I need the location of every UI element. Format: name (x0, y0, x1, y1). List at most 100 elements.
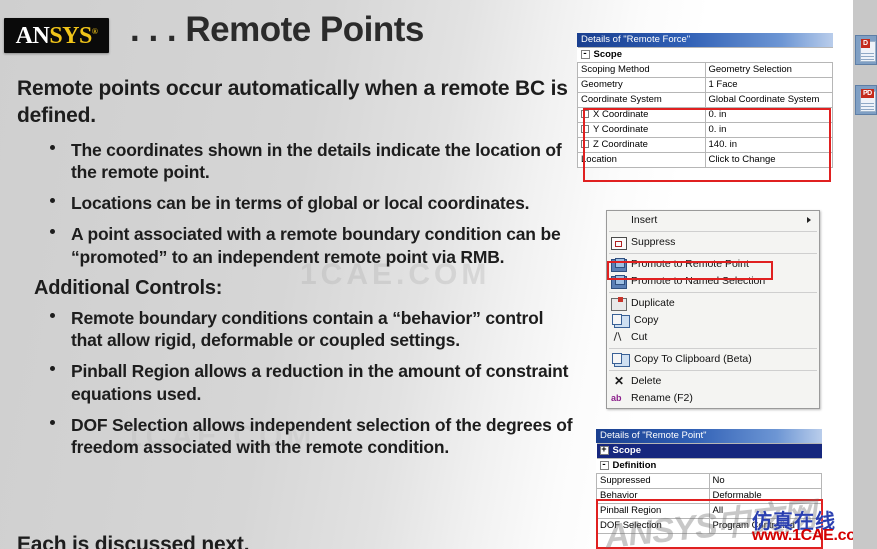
collapse-expander-icon[interactable]: - (599, 460, 609, 470)
promote-named-selection-icon (611, 274, 627, 289)
property-value[interactable]: Click to Change (704, 152, 833, 168)
property-group-scope[interactable]: - Scope (577, 47, 833, 63)
menu-item-copy[interactable]: Copy (607, 312, 819, 329)
table-row[interactable]: Suppressed No (596, 473, 822, 489)
promote-remote-point-icon (611, 257, 627, 272)
property-value[interactable]: No (708, 473, 822, 489)
table-row[interactable]: Scoping Method Geometry Selection (577, 62, 833, 78)
list-item-text: The coordinates shown in the details ind… (71, 139, 562, 182)
cut-icon (611, 331, 627, 344)
menu-item-insert[interactable]: Insert (607, 212, 819, 229)
checkbox-y-coordinate[interactable] (581, 125, 589, 134)
list-item-text: A point associated with a remote boundar… (71, 224, 561, 267)
property-value[interactable]: All (708, 503, 822, 519)
property-name-x-coordinate: X Coordinate (577, 107, 706, 123)
context-menu[interactable]: Insert Suppress Promote to Remote Point … (606, 210, 820, 409)
property-value[interactable]: 1 Face (704, 77, 833, 93)
menu-item-copy-to-clipboard[interactable]: Copy To Clipboard (Beta) (607, 351, 819, 368)
bullet-dot-icon (50, 366, 55, 372)
property-table-remote-force: - Scope Scoping Method Geometry Selection… (577, 47, 833, 168)
table-row[interactable]: X Coordinate 0. in (577, 107, 833, 123)
list-item: The coordinates shown in the details ind… (49, 139, 573, 183)
section-subheading: Additional Controls: (34, 276, 223, 299)
property-group-label: Scope (593, 49, 623, 60)
checkbox-x-coordinate[interactable] (581, 110, 589, 119)
bullet-dot-icon (50, 229, 55, 235)
table-row[interactable]: Coordinate System Global Coordinate Syst… (577, 92, 833, 108)
list-item: Pinball Region allows a reduction in the… (49, 360, 573, 404)
menu-item-rename[interactable]: ab Rename (F2) (607, 390, 819, 407)
bullet-dot-icon (50, 198, 55, 204)
logo-text-part2: SYS (49, 22, 92, 49)
copy-clipboard-icon (612, 353, 630, 367)
property-value[interactable]: Geometry Selection (704, 62, 833, 78)
list-item: DOF Selection allows independent selecti… (49, 414, 573, 458)
table-row[interactable]: Z Coordinate 140. in (577, 137, 833, 153)
menu-item-label: Cut (631, 331, 648, 343)
bullet-dot-icon (50, 312, 55, 318)
menu-separator (609, 370, 817, 371)
list-item: A point associated with a remote boundar… (49, 223, 573, 267)
property-value[interactable]: 0. in (704, 122, 833, 138)
menu-separator (609, 292, 817, 293)
list-item-text: Remote boundary conditions contain a “be… (71, 307, 544, 351)
menu-item-duplicate[interactable]: Duplicate (607, 295, 819, 312)
table-row[interactable]: Geometry 1 Face (577, 77, 833, 93)
panel-title-remote-force: Details of "Remote Force" (577, 33, 833, 47)
table-row[interactable]: Pinball Region All (596, 503, 822, 519)
ansys-logo: ANSYS® (4, 18, 109, 53)
copy-icon (612, 314, 630, 328)
table-row[interactable]: Behavior Deformable (596, 488, 822, 504)
menu-item-label: Copy To Clipboard (Beta) (634, 353, 752, 365)
menu-item-cut[interactable]: Cut (607, 329, 819, 346)
property-value[interactable]: Global Coordinate System (704, 92, 833, 108)
bullet-list-top: The coordinates shown in the details ind… (49, 139, 573, 268)
property-group-label: Definition (612, 460, 657, 471)
expand-expander-icon[interactable]: + (599, 445, 609, 455)
menu-item-promote-to-named-selection[interactable]: Promote to Named Selection (607, 273, 819, 290)
bullet-dot-icon (50, 419, 55, 425)
menu-item-label: Promote to Named Selection (631, 275, 766, 287)
table-row[interactable]: Y Coordinate 0. in (577, 122, 833, 138)
document-badge: D (861, 39, 870, 48)
menu-item-label: Rename (F2) (631, 392, 693, 404)
property-name: Geometry (577, 77, 706, 93)
lead-paragraph: Remote points occur automatically when a… (17, 77, 568, 127)
property-group-scope-cell: - Scope (577, 47, 833, 63)
logo-text-part1: AN (15, 22, 50, 49)
collapse-expander-icon[interactable]: - (580, 49, 590, 59)
property-value[interactable]: 140. in (704, 137, 833, 153)
property-value[interactable]: 0. in (704, 107, 833, 123)
property-group-scope[interactable]: + Scope (596, 443, 822, 459)
property-name: Scoping Method (577, 62, 706, 78)
property-name: Behavior (596, 488, 710, 504)
bullet-list-bottom: Remote boundary conditions contain a “be… (49, 307, 573, 458)
property-name-label: Z Coordinate (593, 139, 648, 150)
menu-item-label: Promote to Remote Point (631, 258, 749, 270)
logo-trademark: ® (91, 26, 98, 36)
menu-item-label: Duplicate (631, 297, 675, 309)
right-edge-band: D PD (853, 0, 877, 549)
details-panel-remote-force: Details of "Remote Force" - Scope Scoping… (577, 33, 833, 168)
document-icon[interactable]: D (855, 35, 877, 65)
property-value[interactable]: Program Controlled (708, 518, 822, 534)
menu-item-label: Copy (634, 314, 659, 326)
property-name-label: Y Coordinate (593, 124, 649, 135)
list-item-text: Locations can be in terms of global or l… (71, 193, 530, 214)
menu-item-label: Insert (631, 214, 658, 226)
menu-item-label: Suppress (631, 236, 676, 248)
menu-item-delete[interactable]: ✕ Delete (607, 373, 819, 390)
bullet-dot-icon (50, 144, 55, 150)
duplicate-icon (611, 296, 627, 311)
table-row[interactable]: DOF Selection Program Controlled (596, 518, 822, 534)
property-value[interactable]: Deformable (708, 488, 822, 504)
pdf-lines (861, 103, 874, 112)
checkbox-z-coordinate[interactable] (581, 140, 589, 149)
table-row[interactable]: Location Click to Change (577, 152, 833, 168)
menu-item-promote-to-remote-point[interactable]: Promote to Remote Point (607, 256, 819, 273)
property-group-definition-cell: - Definition (596, 458, 822, 474)
pdf-icon[interactable]: PD (855, 85, 877, 115)
property-group-definition[interactable]: - Definition (596, 458, 822, 474)
property-name: Suppressed (596, 473, 710, 489)
menu-item-suppress[interactable]: Suppress (607, 234, 819, 251)
